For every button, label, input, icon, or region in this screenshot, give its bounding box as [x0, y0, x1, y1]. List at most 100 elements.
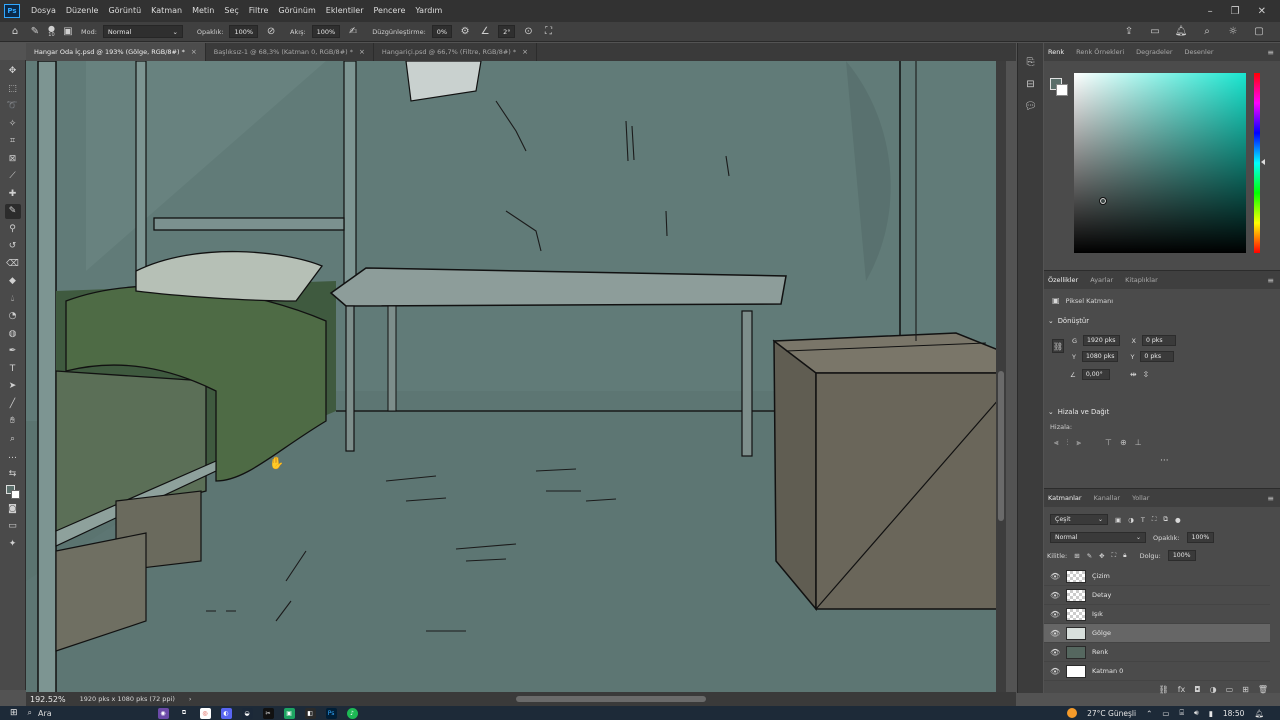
tab-channels[interactable]: Kanallar: [1094, 494, 1121, 502]
document-canvas[interactable]: ✋: [26, 61, 1006, 693]
tab-layers[interactable]: Katmanlar: [1048, 494, 1082, 502]
visibility-eye-icon[interactable]: 👁︎: [1050, 572, 1060, 581]
pressure-size-icon[interactable]: ⊙: [521, 25, 535, 39]
tab-basliksiz[interactable]: Başlıksız-1 @ 68,3% (Katman 0, RGB/8#) *…: [205, 43, 374, 61]
background-color-swatch[interactable]: [1056, 84, 1068, 96]
properties-panel-icon[interactable]: ⊟: [1024, 77, 1038, 91]
flow-input[interactable]: 100%: [311, 25, 341, 38]
frame-tool-icon[interactable]: ⊠: [5, 152, 21, 167]
tray-app-icon[interactable]: ▭: [1162, 709, 1169, 718]
crop-tool-icon[interactable]: ⌗: [5, 134, 21, 149]
blend-mode-select[interactable]: Normal ⌄: [1050, 532, 1146, 543]
pen-tool-icon[interactable]: ✒: [5, 344, 21, 359]
hue-slider[interactable]: [1254, 73, 1260, 253]
paint-bucket-tool-icon[interactable]: ◆: [5, 274, 21, 289]
layer-row[interactable]: 👁︎ Detay: [1044, 586, 1270, 605]
stamp-tool-icon[interactable]: ⚲: [5, 222, 21, 237]
tab-patterns[interactable]: Desenler: [1185, 48, 1214, 56]
flip-horizontal-icon[interactable]: ⇹: [1130, 370, 1137, 379]
smoothing-input[interactable]: 0%: [431, 25, 453, 38]
steam-app-icon[interactable]: ◒: [241, 707, 253, 719]
panel-menu-icon[interactable]: ≡: [1267, 276, 1274, 285]
battery-icon[interactable]: ▮: [1209, 709, 1213, 718]
panel-menu-icon[interactable]: ≡: [1267, 48, 1274, 57]
transform-section-header[interactable]: ⌄ Dönüştür: [1048, 317, 1089, 325]
align-center-h-icon[interactable]: ⫶: [1067, 438, 1069, 448]
layer-style-icon[interactable]: fx: [1178, 685, 1186, 694]
menu-file[interactable]: Dosya: [26, 0, 61, 22]
angle-input[interactable]: 0,00°: [1081, 369, 1110, 380]
align-bottom-icon[interactable]: ⊥: [1135, 438, 1142, 448]
app-icon[interactable]: ◧: [304, 707, 316, 719]
tab-paths[interactable]: Yollar: [1132, 494, 1149, 502]
layer-row[interactable]: 👁︎ Işık: [1044, 605, 1270, 624]
x-input[interactable]: 0 pks: [1141, 335, 1176, 346]
dodge-tool-icon[interactable]: ◔: [5, 309, 21, 324]
green-app-icon[interactable]: ▣: [283, 707, 295, 719]
align-top-icon[interactable]: ⊤: [1105, 438, 1112, 448]
history-panel-icon[interactable]: ⎘: [1024, 55, 1038, 69]
menu-help[interactable]: Yardım: [410, 0, 447, 22]
menu-edit[interactable]: Düzenle: [61, 0, 104, 22]
layer-row-selected[interactable]: 👁︎ Gölge: [1044, 624, 1270, 643]
add-mask-icon[interactable]: ◘: [1194, 685, 1200, 694]
menu-plugins[interactable]: Eklentiler: [321, 0, 369, 22]
tab-color[interactable]: Renk: [1048, 48, 1064, 56]
visibility-eye-icon[interactable]: 👁︎: [1050, 629, 1060, 638]
width-input[interactable]: 1920 pks: [1083, 335, 1120, 346]
align-section-header[interactable]: ⌄ Hizala ve Dağıt: [1048, 408, 1109, 416]
filter-pixel-icon[interactable]: ▣: [1115, 516, 1121, 524]
copilot-app-icon[interactable]: ◉: [157, 707, 169, 719]
lock-all-icon[interactable]: 🔒︎: [1123, 551, 1126, 560]
eraser-tool-icon[interactable]: ⌫: [5, 257, 21, 272]
brush-tool-icon[interactable]: ✎: [4, 204, 21, 219]
close-tab-icon[interactable]: ×: [359, 48, 365, 56]
filter-shape-icon[interactable]: ⛶: [1152, 515, 1157, 524]
new-layer-icon[interactable]: ⊞: [1242, 685, 1249, 694]
align-right-icon[interactable]: ⫸: [1077, 438, 1082, 448]
delete-layer-icon[interactable]: 🗑︎: [1258, 685, 1268, 694]
height-input[interactable]: 1080 pks: [1081, 351, 1119, 362]
tab-swatches[interactable]: Renk Örnekleri: [1076, 48, 1124, 56]
visibility-eye-icon[interactable]: 👁︎: [1050, 610, 1060, 619]
hue-slider-marker[interactable]: [1261, 159, 1265, 165]
hand-tool-icon[interactable]: ✋︎: [5, 414, 21, 429]
menu-filter[interactable]: Filtre: [244, 0, 274, 22]
taskbar-search[interactable]: ⌕ Ara: [28, 708, 148, 718]
filter-toggle-icon[interactable]: ●: [1175, 516, 1181, 524]
more-tools-icon[interactable]: …: [5, 449, 21, 464]
panel-menu-icon[interactable]: ≡: [1267, 494, 1274, 503]
adjustment-layer-icon[interactable]: ◑: [1210, 685, 1217, 694]
lock-transparency-icon[interactable]: ⊞: [1074, 552, 1079, 560]
layer-filter-select[interactable]: Çeşit ⌄: [1050, 514, 1108, 525]
brush-size[interactable]: ● 10: [48, 24, 55, 38]
tab-hangar-oda[interactable]: Hangar Oda İç.psd @ 193% (Gölge, RGB/8#)…: [26, 43, 206, 61]
restore-icon[interactable]: ❐: [1231, 6, 1240, 17]
visibility-eye-icon[interactable]: 👁︎: [1050, 648, 1060, 657]
horizontal-scroll-thumb[interactable]: [516, 696, 706, 702]
layer-opacity-input[interactable]: 100%: [1186, 532, 1215, 543]
spotify-app-icon[interactable]: ♪: [346, 707, 358, 719]
tab-gradients[interactable]: Degradeler: [1136, 48, 1172, 56]
vertical-scrollbar[interactable]: [996, 61, 1006, 693]
filter-type-icon[interactable]: T: [1141, 516, 1145, 524]
visibility-eye-icon[interactable]: 👁︎: [1050, 591, 1060, 600]
brush-preset-icon[interactable]: ✎: [28, 25, 42, 39]
pressure-opacity-icon[interactable]: ⊘: [264, 25, 278, 39]
home-icon[interactable]: ⌂: [8, 25, 22, 39]
notification-bell-icon[interactable]: 🔔︎: [1254, 709, 1264, 718]
airbrush-icon[interactable]: ✍: [346, 25, 360, 39]
vertical-scroll-thumb[interactable]: [998, 371, 1004, 521]
menu-view[interactable]: Görünüm: [273, 0, 320, 22]
blur-tool-icon[interactable]: 💧︎: [5, 292, 21, 307]
tab-adjustments[interactable]: Ayarlar: [1090, 276, 1113, 284]
layer-row[interactable]: 👁︎ Katman 0: [1044, 662, 1270, 681]
swap-colors-icon[interactable]: ⇆: [5, 467, 21, 482]
lock-artboard-icon[interactable]: ⛶: [1112, 551, 1117, 560]
menu-select[interactable]: Seç: [219, 0, 243, 22]
filter-adjustment-icon[interactable]: ◑: [1128, 516, 1134, 524]
color-swatches-icon[interactable]: [5, 484, 21, 499]
menu-image[interactable]: Görüntü: [103, 0, 146, 22]
lasso-tool-icon[interactable]: ➰: [5, 99, 21, 114]
link-icon[interactable]: ⛓: [1052, 339, 1064, 353]
